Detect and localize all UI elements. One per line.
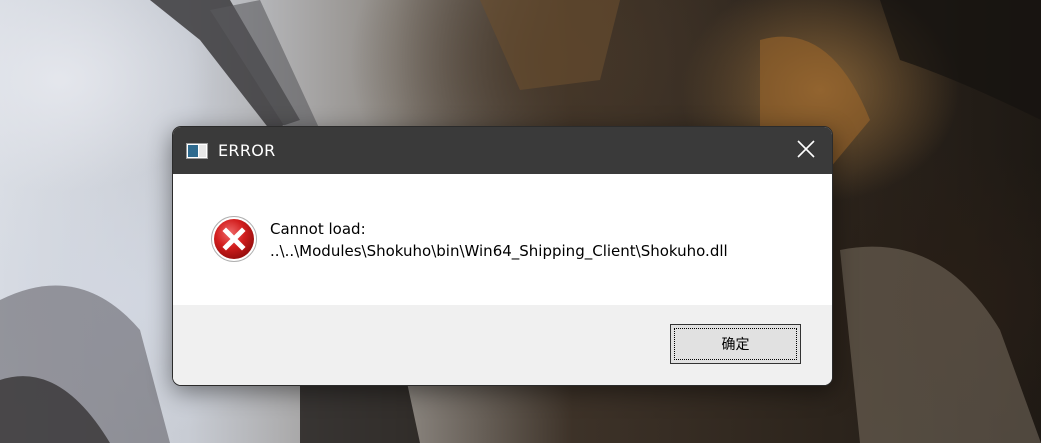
dialog-titlebar[interactable]: ERROR bbox=[173, 127, 832, 174]
error-message-path: ..\..\Modules\Shokuho\bin\Win64_Shipping… bbox=[270, 242, 728, 260]
error-message: Cannot load: ..\..\Modules\Shokuho\bin\W… bbox=[270, 218, 728, 262]
dialog-title: ERROR bbox=[218, 141, 276, 160]
error-dialog: ERROR Cannot load: ..\..\Modules\Shokuho… bbox=[172, 126, 833, 386]
dialog-content: Cannot load: ..\..\Modules\Shokuho\bin\W… bbox=[173, 174, 832, 305]
close-button[interactable] bbox=[780, 127, 832, 174]
close-icon bbox=[797, 139, 815, 162]
dialog-footer: 确定 bbox=[173, 305, 832, 385]
error-message-line1: Cannot load: bbox=[270, 220, 366, 238]
error-icon bbox=[210, 215, 258, 263]
window-app-icon bbox=[186, 142, 208, 159]
ok-button[interactable]: 确定 bbox=[670, 324, 801, 364]
desktop-background: ERROR Cannot load: ..\..\Modules\Shokuho… bbox=[0, 0, 1041, 443]
